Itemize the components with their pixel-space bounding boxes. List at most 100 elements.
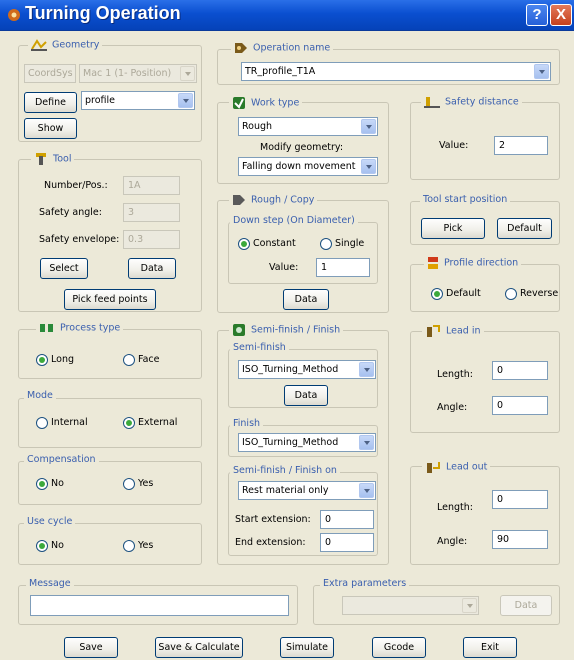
operation-name-icon — [235, 43, 247, 53]
lead-in-angle-field[interactable]: 0 — [492, 396, 548, 415]
app-gear-icon — [8, 9, 20, 21]
compensation-label: Compensation — [24, 454, 99, 466]
lead-in-label: Lead in — [422, 324, 484, 338]
lead-in-icon — [427, 325, 440, 337]
compensation-no-radio[interactable]: No — [36, 477, 64, 490]
lead-in-length-label: Length: — [437, 369, 473, 380]
window-title: Turning Operation — [25, 3, 181, 23]
save-button[interactable]: Save — [64, 637, 118, 658]
start-extension-field[interactable]: 0 — [320, 510, 374, 529]
profile-select[interactable]: profile — [81, 91, 195, 110]
lead-in-group — [410, 331, 560, 433]
semi-finish-data-button[interactable]: Data — [284, 385, 328, 406]
define-button[interactable]: Define — [24, 92, 77, 113]
semi-finish-method-select[interactable]: ISO_Turning_Method — [238, 360, 376, 379]
tool-select-button[interactable]: Select — [40, 258, 88, 279]
profile-direction-label: Profile direction — [424, 256, 522, 270]
geometry-label: Geometry — [28, 39, 103, 52]
simulate-button[interactable]: Simulate — [280, 637, 334, 658]
safety-envelope-label: Safety envelope: — [39, 234, 120, 245]
semi-finish-sublabel: Semi-finish — [230, 342, 289, 354]
exit-button[interactable]: Exit — [463, 637, 517, 658]
use-cycle-label: Use cycle — [24, 516, 76, 528]
use-cycle-yes-radio[interactable]: Yes — [123, 539, 153, 552]
down-step-value-field[interactable]: 1 — [316, 258, 370, 277]
extra-parameters-select[interactable] — [342, 596, 479, 615]
operation-name-label: Operation name — [231, 42, 334, 55]
show-button[interactable]: Show — [24, 118, 77, 139]
lead-out-angle-field[interactable]: 90 — [492, 530, 548, 549]
lead-out-angle-label: Angle: — [437, 536, 468, 547]
finish-on-select[interactable]: Rest material only — [238, 481, 376, 500]
down-step-label: Down step (On Diameter) — [230, 215, 358, 227]
tool-start-default-button[interactable]: Default — [497, 218, 552, 239]
modify-geometry-label: Modify geometry: — [260, 142, 344, 153]
process-face-radio[interactable]: Face — [123, 353, 159, 366]
safety-distance-icon — [424, 97, 440, 108]
lead-out-icon — [427, 462, 440, 473]
tool-label: Tool — [31, 152, 75, 166]
help-button[interactable]: ? — [526, 4, 548, 26]
coordsys-select[interactable]: CoordSys — [24, 64, 76, 83]
title-bar: Turning Operation ? X — [0, 0, 574, 31]
modify-geometry-select[interactable]: Falling down movement — [238, 157, 378, 176]
work-type-icon — [233, 97, 245, 109]
tool-data-button[interactable]: Data — [128, 258, 176, 279]
lead-out-length-field[interactable]: 0 — [492, 490, 548, 509]
gcode-button[interactable]: Gcode — [372, 637, 426, 658]
profile-direction-icon — [428, 257, 438, 269]
mode-label: Mode — [24, 390, 56, 402]
safety-angle-label: Safety angle: — [39, 207, 102, 218]
lead-out-label: Lead out — [422, 460, 491, 474]
mode-external-radio[interactable]: External — [123, 416, 177, 429]
tool-number-label: Number/Pos.: — [44, 180, 108, 191]
message-field[interactable] — [30, 595, 289, 616]
extra-parameters-label: Extra parameters — [320, 578, 410, 590]
semi-finish-finish-label: Semi-finish / Finish — [229, 323, 344, 337]
safety-distance-value-label: Value: — [439, 140, 469, 151]
close-button[interactable]: X — [550, 4, 572, 26]
semi-finish-icon — [233, 324, 245, 336]
mode-internal-radio[interactable]: Internal — [36, 416, 88, 429]
process-type-label: Process type — [36, 322, 124, 335]
save-calculate-button[interactable]: Save & Calculate — [155, 637, 243, 658]
rough-copy-icon — [233, 195, 245, 205]
finish-method-select[interactable]: ISO_Turning_Method — [238, 433, 376, 452]
end-extension-field[interactable]: 0 — [320, 533, 374, 552]
safety-angle-field[interactable]: 3 — [123, 203, 180, 222]
finish-on-sublabel: Semi-finish / Finish on — [230, 465, 340, 477]
safety-distance-field[interactable]: 2 — [494, 136, 548, 155]
profile-direction-default-radio[interactable]: Default — [431, 287, 481, 300]
use-cycle-no-radio[interactable]: No — [36, 539, 64, 552]
operation-name-select[interactable]: TR_profile_T1A — [241, 62, 551, 81]
lead-in-angle-label: Angle: — [437, 402, 468, 413]
process-type-icon — [40, 324, 53, 332]
work-type-label: Work type — [229, 96, 303, 110]
end-extension-label: End extension: — [235, 537, 306, 548]
pick-feed-points-button[interactable]: Pick feed points — [64, 289, 156, 310]
message-label: Message — [26, 578, 74, 590]
safety-envelope-field[interactable]: 0.3 — [123, 230, 180, 249]
extra-parameters-data-button[interactable]: Data — [500, 595, 552, 616]
lead-out-length-label: Length: — [437, 502, 473, 513]
tool-start-label: Tool start position — [420, 194, 511, 206]
process-long-radio[interactable]: Long — [36, 353, 74, 366]
safety-distance-label: Safety distance — [421, 96, 522, 109]
lead-out-group — [410, 466, 560, 565]
start-extension-label: Start extension: — [235, 514, 311, 525]
down-step-constant-radio[interactable]: Constant — [238, 237, 296, 250]
finish-sublabel: Finish — [230, 418, 264, 430]
down-step-value-label: Value: — [269, 262, 299, 273]
rough-copy-label: Rough / Copy — [229, 194, 318, 207]
machine-select[interactable]: Mac 1 (1- Position) — [79, 64, 197, 83]
geometry-icon — [31, 39, 47, 51]
down-step-single-radio[interactable]: Single — [320, 237, 364, 250]
tool-number-field[interactable]: 1A — [123, 176, 180, 195]
tool-start-pick-button[interactable]: Pick — [421, 218, 485, 239]
tool-icon — [36, 153, 46, 165]
work-type-select[interactable]: Rough — [238, 117, 378, 136]
compensation-yes-radio[interactable]: Yes — [123, 477, 153, 490]
lead-in-length-field[interactable]: 0 — [492, 361, 548, 380]
profile-direction-reverse-radio[interactable]: Reverse — [505, 287, 558, 300]
rough-data-button[interactable]: Data — [283, 289, 329, 310]
